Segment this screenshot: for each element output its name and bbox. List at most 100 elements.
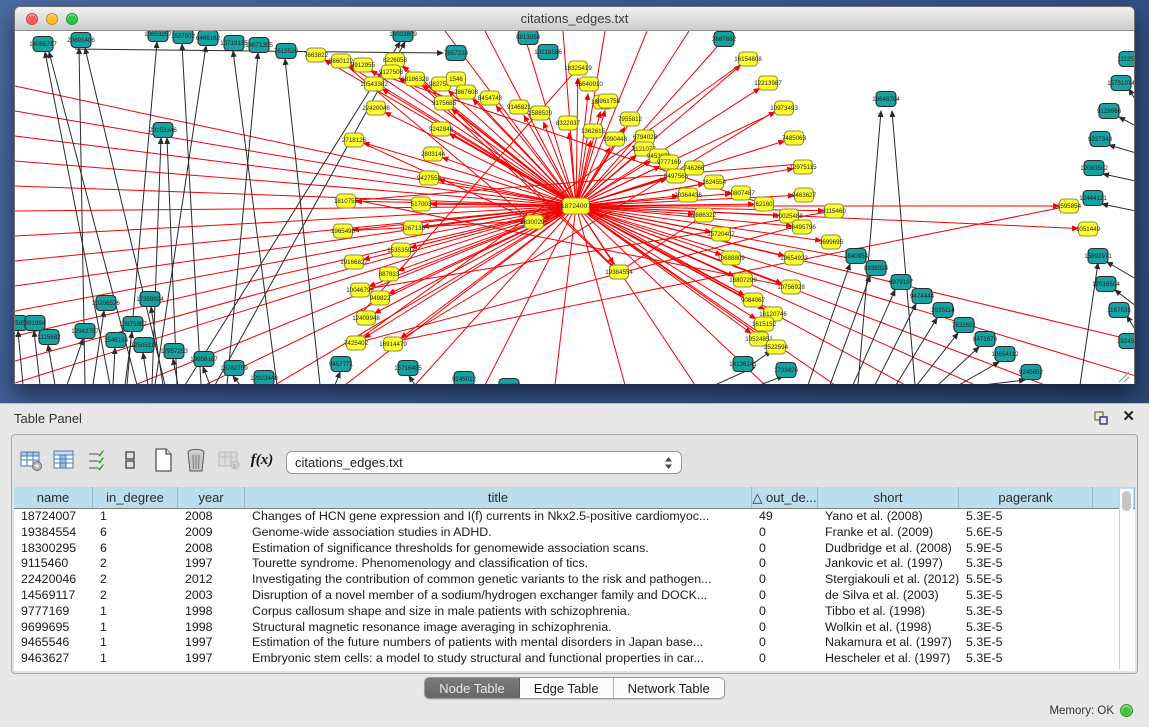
table-row[interactable]: 946362711997Embryonic stem cells: a mode… [14,651,1135,667]
column-header-6[interactable]: pagerank [959,487,1093,508]
table-row[interactable]: 946554611997Estimation of the future num… [14,635,1135,651]
graph-node[interactable] [954,318,974,333]
graph-node[interactable] [705,175,724,189]
graph-node[interactable] [525,215,544,229]
graph-node[interactable] [995,347,1015,362]
graph-node[interactable] [224,361,244,376]
graph-node[interactable] [739,52,758,66]
graph-node[interactable] [380,267,399,281]
graph-node[interactable] [33,37,53,52]
graph-node[interactable] [1109,303,1129,318]
table-settings-icon[interactable] [18,447,44,473]
graph-node[interactable] [846,249,866,264]
graph-node[interactable] [96,296,116,311]
table-scrollbar-thumb[interactable] [1122,491,1131,511]
graph-node[interactable] [153,123,173,138]
graph-node[interactable] [891,275,911,290]
graph-node[interactable] [1088,249,1108,264]
graph-node[interactable] [447,72,466,86]
graph-node[interactable] [866,261,886,276]
graph-node[interactable] [785,131,804,145]
graph-node[interactable] [685,161,704,175]
graph-node[interactable] [254,371,274,385]
graph-node[interactable] [454,372,474,385]
graph-node[interactable] [75,324,95,339]
graph-node[interactable] [667,169,686,183]
graph-node[interactable] [732,186,751,200]
graph-node[interactable] [712,227,731,241]
graph-node[interactable] [424,147,443,161]
tab-edge-table[interactable]: Edge Table [520,678,614,698]
graph-node[interactable] [538,45,558,60]
graph-node[interactable] [755,197,774,211]
graph-node[interactable] [446,46,466,61]
graph-node[interactable] [1060,199,1079,213]
graph-node[interactable] [173,31,193,44]
graph-node[interactable] [1111,76,1131,91]
show-columns-icon[interactable] [51,447,77,473]
graph-node[interactable] [481,91,500,105]
graph-node[interactable] [1021,365,1041,380]
graph-node[interactable] [1083,191,1103,206]
table-scrollbar[interactable] [1119,489,1133,669]
graph-node[interactable] [734,273,753,287]
graph-node[interactable] [1099,104,1119,119]
table-row[interactable]: 977716911998Corpus callosum shape and si… [14,604,1135,620]
graph-node[interactable] [365,77,384,91]
table-row[interactable]: 1456911722003Disruption of a novel membe… [14,588,1135,604]
minimize-window-button[interactable] [46,13,58,25]
graph-node[interactable] [435,96,454,110]
graph-node[interactable] [563,198,590,214]
graph-node[interactable] [1084,161,1104,176]
table-row[interactable]: 1830029562008Estimation of significance … [14,541,1135,557]
graph-node[interactable] [912,289,932,304]
zoom-window-button[interactable] [66,13,78,25]
graph-node[interactable] [198,31,218,46]
table-selector-dropdown[interactable]: citations_edges.txt [286,451,682,474]
new-table-icon[interactable] [150,447,176,473]
graph-node[interactable] [432,122,451,136]
graph-node[interactable] [793,220,812,234]
graph-node[interactable] [384,337,403,351]
graph-node[interactable] [795,188,814,202]
graph-node[interactable] [164,344,184,359]
graph-node[interactable] [249,38,269,53]
graph-node[interactable] [767,340,786,354]
graph-node[interactable] [357,311,376,325]
graph-node[interactable] [332,54,351,68]
graph-node[interactable] [610,265,629,279]
graph-node[interactable] [194,352,214,367]
graph-node[interactable] [531,106,550,120]
network-canvas[interactable]: 1405571720891406106532571527002646616210… [15,31,1134,384]
graph-node[interactable] [347,336,366,350]
graph-node[interactable] [580,77,599,91]
graph-node[interactable] [1096,277,1116,292]
graph-node[interactable] [371,291,390,305]
graph-node[interactable] [499,379,519,385]
graph-node[interactable] [825,204,844,218]
graph-node[interactable] [679,188,698,202]
graph-node[interactable] [106,333,126,348]
graph-node[interactable] [785,251,804,265]
graph-node[interactable] [123,317,143,332]
graph-node[interactable] [398,361,418,376]
graph-node[interactable] [782,280,801,294]
graph-node[interactable] [599,94,618,108]
graph-node[interactable] [569,61,588,75]
graph-node[interactable] [334,224,353,238]
float-panel-icon[interactable] [1093,410,1109,426]
column-header-0[interactable]: name [14,487,93,508]
graph-node[interactable] [404,221,423,235]
row-height-icon[interactable] [117,447,143,473]
graph-node[interactable] [876,92,896,107]
graph-node[interactable] [393,31,413,42]
graph-node[interactable] [148,31,168,42]
graph-node[interactable] [933,303,953,318]
graph-node[interactable] [392,243,411,257]
graph-node[interactable] [744,293,763,307]
graph-node[interactable] [382,65,401,79]
graph-node[interactable] [276,44,296,59]
table-row[interactable]: 2242004622012Investigating the contribut… [14,572,1135,588]
graph-node[interactable] [457,85,476,99]
graph-node[interactable] [559,116,578,130]
